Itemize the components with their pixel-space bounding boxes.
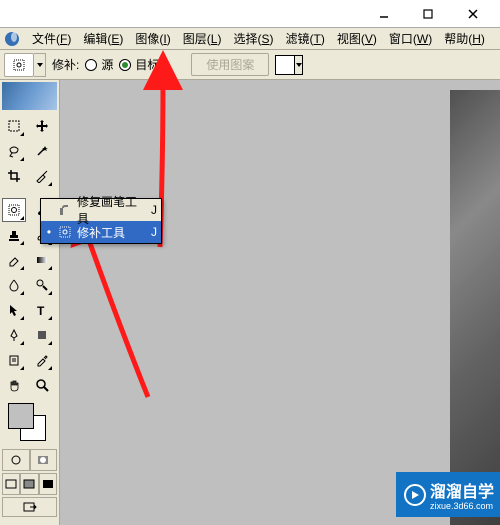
screen-standard[interactable] (2, 473, 20, 495)
menu-help[interactable]: 帮助(H) (438, 28, 491, 49)
svg-text:T: T (37, 304, 45, 317)
current-tool-well[interactable] (4, 53, 34, 77)
path-select-tool[interactable] (2, 298, 26, 322)
pattern-swatch[interactable] (275, 55, 303, 75)
healing-brush-icon (57, 202, 73, 218)
dodge-tool[interactable] (30, 273, 54, 297)
zoom-tool[interactable] (30, 373, 54, 397)
patch-tool-icon (57, 224, 73, 240)
toolbox-header (2, 82, 57, 110)
tool-grid: T (0, 112, 59, 399)
menu-window[interactable]: 窗口(W) (383, 28, 438, 49)
menu-image[interactable]: 图像(I) (129, 28, 176, 49)
jump-row (2, 497, 57, 517)
quickmask-mode[interactable] (30, 449, 58, 471)
menubar: 文件(F) 编辑(E) 图像(I) 图层(L) 选择(S) 滤镜(T) 视图(V… (0, 28, 500, 50)
mask-mode-row (2, 449, 57, 471)
options-bar: 修补: 源 目标 使用图案 (0, 50, 500, 80)
standard-mode[interactable] (2, 449, 30, 471)
menu-file[interactable]: 文件(F) (26, 28, 77, 49)
healing-tool[interactable] (2, 198, 26, 222)
menu-view[interactable]: 视图(V) (331, 28, 383, 49)
menu-filter[interactable]: 滤镜(T) (279, 28, 330, 49)
maximize-button[interactable] (406, 2, 450, 26)
lasso-tool[interactable] (2, 139, 26, 163)
patch-label: 修补: (52, 56, 79, 73)
radio-source[interactable]: 源 (85, 56, 113, 73)
healing-tool-flyout: 修复画笔工具 J • 修补工具 J (40, 198, 162, 244)
menu-edit[interactable]: 编辑(E) (77, 28, 129, 49)
close-button[interactable] (450, 2, 496, 26)
minimize-button[interactable] (362, 2, 406, 26)
play-icon (404, 484, 426, 506)
document-image (450, 90, 500, 525)
blur-tool[interactable] (2, 273, 26, 297)
annotation-arrow-2 (78, 222, 178, 405)
eyedropper-tool[interactable] (30, 348, 54, 372)
jump-to-button[interactable] (2, 497, 57, 517)
slice-tool[interactable] (30, 164, 54, 188)
tool-preset-dropdown[interactable] (34, 53, 46, 77)
marquee-tool[interactable] (2, 114, 26, 138)
gradient-tool[interactable] (30, 248, 54, 272)
type-tool[interactable]: T (30, 298, 54, 322)
flyout-healing-brush[interactable]: 修复画笔工具 J (41, 199, 161, 221)
screen-full[interactable] (39, 473, 57, 495)
screen-mode-row (2, 473, 57, 495)
notes-tool[interactable] (2, 348, 26, 372)
menu-layer[interactable]: 图层(L) (177, 28, 228, 49)
stamp-tool[interactable] (2, 223, 26, 247)
pen-tool[interactable] (2, 323, 26, 347)
foreground-color[interactable] (8, 403, 34, 429)
eraser-tool[interactable] (2, 248, 26, 272)
shape-tool[interactable] (30, 323, 54, 347)
app-icon (4, 31, 20, 47)
wand-tool[interactable] (30, 139, 54, 163)
move-tool[interactable] (30, 114, 54, 138)
flyout-patch-tool[interactable]: • 修补工具 J (41, 221, 161, 243)
screen-full-menu[interactable] (20, 473, 38, 495)
color-swatches[interactable] (4, 403, 55, 447)
crop-tool[interactable] (2, 164, 26, 188)
toolbox: T (0, 80, 60, 525)
window-titlebar (0, 0, 500, 28)
radio-target[interactable]: 目标 (119, 56, 159, 73)
menu-select[interactable]: 选择(S) (227, 28, 279, 49)
watermark: 溜溜自学 zixue.3d66.com (396, 472, 500, 517)
hand-tool[interactable] (2, 373, 26, 397)
use-pattern-button: 使用图案 (191, 53, 269, 76)
